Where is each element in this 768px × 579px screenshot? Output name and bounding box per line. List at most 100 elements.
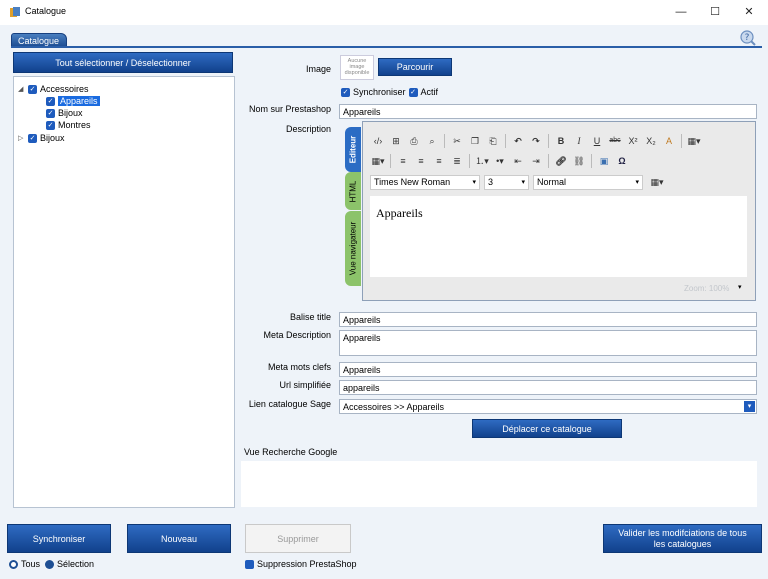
validate-all-button[interactable]: Valider les modifciations de tous les ca… <box>603 524 762 553</box>
font-name-select[interactable]: Times New Roman ▾ <box>370 174 480 190</box>
font-size-select[interactable]: 3 ▾ <box>484 174 529 190</box>
subscript-icon[interactable]: X₂ <box>643 133 659 149</box>
indent-icon[interactable]: ⇥ <box>528 153 544 169</box>
redo-icon[interactable]: ↷ <box>528 133 544 149</box>
meta-keywords-input[interactable]: Appareils <box>339 362 757 377</box>
title-bar <box>0 0 768 24</box>
tree-checkbox[interactable]: ✓ <box>46 108 55 118</box>
radio-all[interactable] <box>9 559 18 569</box>
editor-content-area[interactable] <box>370 196 747 277</box>
special-char-icon[interactable]: Ω <box>614 153 630 169</box>
tab-catalogue[interactable]: Catalogue <box>11 33 67 47</box>
link-icon[interactable]: 🔗︎ <box>553 153 569 169</box>
url-input[interactable]: appareils <box>339 380 757 395</box>
tab-underline <box>11 46 762 48</box>
sync-active-row: ✓ Synchroniser ✓ Actif <box>341 87 438 97</box>
dropdown-arrow-icon[interactable]: ▾ <box>744 401 755 412</box>
tab-vue-navigateur[interactable]: Vue navigateur <box>345 211 361 286</box>
format-dropdown-icon[interactable]: ▦▾ <box>686 133 702 149</box>
paste-icon[interactable]: ⎗ <box>485 133 501 149</box>
sage-link-select[interactable]: Accessoires >> Appareils ▾ <box>339 399 757 414</box>
print-icon[interactable]: ⎙ <box>406 133 422 149</box>
tree-item-appareils[interactable]: ✓ Appareils <box>46 95 100 107</box>
print-preview-icon[interactable]: ⌕ <box>424 133 440 149</box>
radio-all-label: Tous <box>21 559 41 569</box>
undo-icon[interactable]: ↶ <box>510 133 526 149</box>
cut-icon[interactable]: ✂ <box>449 133 465 149</box>
url-label: Url simplifiée <box>279 380 331 390</box>
svg-text:?: ? <box>745 33 750 43</box>
maximize-button[interactable]: ☐ <box>700 0 730 24</box>
tab-editeur[interactable]: Editeur <box>345 127 361 172</box>
new-button[interactable]: Nouveau <box>127 524 231 553</box>
tree-item-bijoux-child[interactable]: ✓ Bijoux <box>46 107 83 119</box>
help-search-icon[interactable]: ? <box>739 29 757 47</box>
prestashop-delete-checkbox[interactable] <box>245 559 254 569</box>
copy-icon[interactable]: ❐ <box>467 133 483 149</box>
table-icon[interactable]: ⊞ <box>388 133 404 149</box>
numbered-list-icon[interactable]: ⒈▾ <box>474 153 490 169</box>
strikethrough-icon[interactable]: abc <box>607 133 623 149</box>
close-button[interactable]: ✕ <box>734 0 764 24</box>
image-placeholder: Aucune image disponible <box>340 55 374 80</box>
tree-item-bijoux[interactable]: ▷ ✓ Bijoux <box>18 132 65 144</box>
justify-icon[interactable]: ≣ <box>449 153 465 169</box>
synchronize-button[interactable]: Synchroniser <box>7 524 111 553</box>
minimize-button[interactable]: — <box>666 0 696 24</box>
paragraph-style-select[interactable]: Normal ▾ <box>533 174 643 190</box>
sync-label: Synchroniser <box>353 87 406 97</box>
zoom-level[interactable]: Zoom: 100% <box>684 284 729 293</box>
meta-description-label: Meta Description <box>263 330 331 340</box>
prestashop-delete-row: Suppression PrestaShop <box>245 559 357 569</box>
align-center-icon[interactable]: ≡ <box>413 153 429 169</box>
zoom-dropdown-icon[interactable]: ▾ <box>738 283 742 291</box>
unlink-icon[interactable]: ⛓ <box>571 153 587 169</box>
tree-expander-icon[interactable]: ◢ <box>18 85 26 93</box>
superscript-icon[interactable]: X² <box>625 133 641 149</box>
google-preview-box <box>241 461 757 507</box>
source-code-icon[interactable]: ‹/› <box>370 133 386 149</box>
align-right-icon[interactable]: ≡ <box>431 153 447 169</box>
tree-checkbox[interactable]: ✓ <box>46 120 55 130</box>
active-checkbox[interactable]: ✓ <box>408 87 418 97</box>
sage-link-value: Accessoires >> Appareils <box>343 402 445 412</box>
balise-title-input[interactable]: Appareils <box>339 312 757 327</box>
filter-radio-group: Tous Sélection <box>9 559 94 569</box>
table-insert-icon[interactable]: ▦▾ <box>645 174 669 190</box>
text-color-icon[interactable]: A <box>661 133 677 149</box>
underline-icon[interactable]: U <box>589 133 605 149</box>
active-label: Actif <box>420 87 439 97</box>
select-all-button[interactable]: Tout sélectionner / Déselectionner <box>13 52 233 73</box>
bullet-list-icon[interactable]: •▾ <box>492 153 508 169</box>
radio-selection-label: Sélection <box>57 559 95 569</box>
tree-expander-icon[interactable]: ▷ <box>18 134 26 142</box>
catalogue-app-icon <box>10 7 20 17</box>
sage-link-label: Lien catalogue Sage <box>248 399 331 409</box>
prestashop-name-input[interactable]: Appareils <box>339 104 757 119</box>
bold-icon[interactable]: B <box>553 133 569 149</box>
sync-checkbox[interactable]: ✓ <box>341 87 350 97</box>
tree-checkbox[interactable]: ✓ <box>46 96 55 106</box>
outdent-icon[interactable]: ⇤ <box>510 153 526 169</box>
tree-checkbox[interactable]: ✓ <box>28 133 37 143</box>
meta-keywords-label: Meta mots clefs <box>267 362 331 372</box>
tree-item-label: Accessoires <box>40 84 89 94</box>
tree-item-accessoires[interactable]: ◢ ✓ Accessoires <box>18 83 89 95</box>
browse-button[interactable]: Parcourir <box>378 58 452 76</box>
window-title: Catalogue <box>25 6 67 16</box>
catalogue-tree: ◢ ✓ Accessoires ✓ Appareils ✓ Bijoux ✓ M… <box>13 76 235 508</box>
radio-selection[interactable] <box>45 559 55 569</box>
delete-button[interactable]: Supprimer <box>245 524 351 553</box>
prestashop-name-label: Nom sur Prestashop <box>248 104 331 114</box>
tree-checkbox[interactable]: ✓ <box>28 84 37 94</box>
paragraph-dropdown-icon[interactable]: ▦▾ <box>370 153 386 169</box>
move-catalogue-button[interactable]: Déplacer ce catalogue <box>472 419 622 438</box>
tab-html[interactable]: HTML <box>345 172 361 210</box>
meta-description-input[interactable]: Appareils <box>339 330 757 356</box>
italic-icon[interactable]: I <box>571 133 587 149</box>
tree-item-label: Appareils <box>58 96 100 106</box>
editor-toolbar: ‹/› ⊞ ⎙ ⌕ ✂ ❐ ⎗ ↶ ↷ B I U abc X² X₂ A ▦▾… <box>370 130 747 194</box>
align-left-icon[interactable]: ≡ <box>395 153 411 169</box>
image-icon[interactable]: ▣ <box>596 153 612 169</box>
tree-item-montres[interactable]: ✓ Montres <box>46 119 91 131</box>
